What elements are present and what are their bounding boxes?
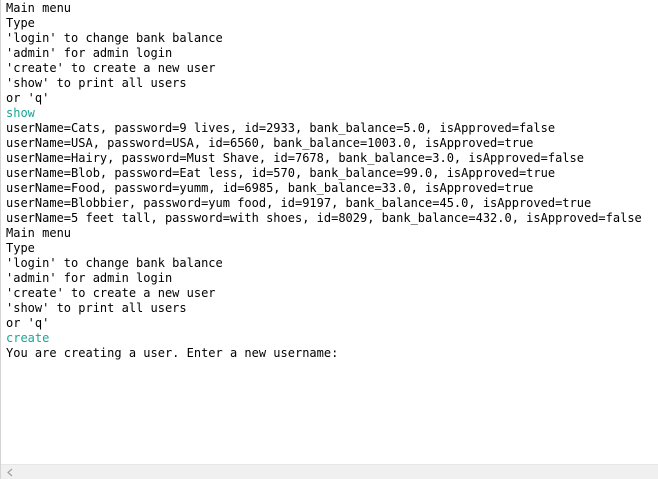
- console-output-line: Type: [6, 16, 35, 30]
- console-output-line: Main menu: [6, 226, 72, 240]
- console-output-line: Type: [6, 241, 35, 255]
- console-output-line: userName=5 feet tall, password=with shoe…: [6, 211, 642, 225]
- console-output-line: 'admin' for admin login: [6, 271, 173, 285]
- console-output-line: 'show' to print all users: [6, 76, 187, 90]
- console-output-line: 'login' to change bank balance: [6, 256, 223, 270]
- console-output-line: userName=Food, password=yumm, id=6985, b…: [6, 181, 534, 195]
- console-input-line: create: [6, 331, 50, 345]
- console-output-line: 'create' to create a new user: [6, 286, 216, 300]
- console-output-line: or 'q': [6, 91, 50, 105]
- console-output-line: 'login' to change bank balance: [6, 31, 223, 45]
- console-output-line: userName=Blob, password=Eat less, id=570…: [6, 166, 556, 180]
- console-output-line: or 'q': [6, 316, 50, 330]
- console-output-line: userName=Hairy, password=Must Shave, id=…: [6, 151, 584, 165]
- console-output-line: userName=USA, password=USA, id=6560, ban…: [6, 136, 534, 150]
- console-output[interactable]: Main menu Type'login' to change bank bala…: [6, 1, 658, 463]
- console-output-line: Main menu: [6, 1, 72, 15]
- console-output-line: userName=Blobbier, password=yum food, id…: [6, 196, 592, 210]
- console-output-line: userName=Cats, password=9 lives, id=2933…: [6, 121, 556, 135]
- console-input-line: show: [6, 106, 35, 120]
- console-output-line: 'create' to create a new user: [6, 61, 216, 75]
- console-window[interactable]: Main menu Type'login' to change bank bala…: [0, 0, 658, 479]
- console-output-line: You are creating a user. Enter a new use…: [6, 346, 339, 360]
- horizontal-scrollbar[interactable]: [1, 464, 658, 479]
- chevron-left-icon[interactable]: [5, 467, 15, 477]
- console-output-line: 'show' to print all users: [6, 301, 187, 315]
- console-output-line: 'admin' for admin login: [6, 46, 173, 60]
